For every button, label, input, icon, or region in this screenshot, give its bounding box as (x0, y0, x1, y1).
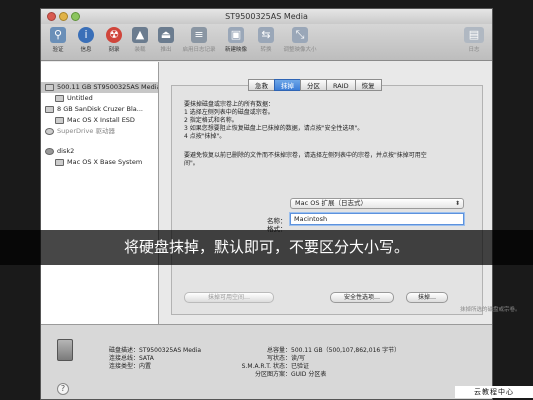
erase-step: 1 选择左侧列表中的磁盘或宗卷。 (184, 109, 274, 116)
erase-tooltip: 抹掉所选的磁盘或宗卷。 (460, 307, 521, 313)
subtitle-caption: 将硬盘抹掉，默认即可，不要区分大小写。 (123, 238, 409, 256)
burn-icon: ☢ (106, 27, 122, 43)
erase-button[interactable]: 抹掉… (406, 292, 448, 303)
volume-icon (55, 158, 64, 166)
microscope-icon: ⚲ (50, 27, 66, 43)
erase-intro: 要抹掉磁盘或宗卷上的所有数据： (184, 101, 275, 108)
resize-image-icon: ⤡ (292, 27, 308, 43)
usb-drive-icon (45, 105, 54, 113)
name-label: 名称： (267, 217, 287, 225)
window-title: ST9500325AS Media (225, 12, 308, 21)
volume-icon (55, 116, 64, 124)
verify-button[interactable]: ⚲ 验证 (43, 27, 73, 53)
erase-step: 3 如果您想要阻止恢复磁盘上已抹掉的数据，请点按"安全性选项"。 (184, 125, 364, 132)
new-image-button[interactable]: ▣ 新建映像 (219, 27, 253, 53)
disk-image-icon (45, 147, 54, 155)
tab-bar: 急救 抹掉 分区 RAID 恢复 (248, 79, 382, 91)
optical-drive-icon (45, 127, 54, 135)
help-icon[interactable]: ? (57, 383, 69, 395)
convert-button[interactable]: ⇆ 转换 (251, 27, 281, 53)
toolbar: ⚲ 验证 i 信息 ☢ 刻录 ▲ 装载 ⏏ 推出 ≡ 启用日志记录 ▣ 新建映像… (41, 24, 492, 61)
disk-description: 磁盘描述：ST9500325AS Media (109, 347, 202, 354)
tab-raid[interactable]: RAID (326, 79, 356, 91)
mount-icon: ▲ (132, 27, 148, 43)
tab-erase[interactable]: 抹掉 (274, 79, 301, 91)
sidebar-item-disk0[interactable]: 500.11 GB ST9500325AS Media (41, 82, 158, 93)
connection-bus: 连接总线：SATA (109, 355, 154, 362)
erase-free-space-button[interactable]: 抹掉可用空间… (184, 292, 274, 303)
new-image-icon: ▣ (228, 27, 244, 43)
name-input[interactable]: Macintosh (290, 213, 464, 225)
tab-restore[interactable]: 恢复 (354, 79, 382, 91)
erase-step: 4 点按"抹掉"。 (184, 133, 226, 140)
erase-note: 间"。 (184, 160, 199, 167)
info-button[interactable]: i 信息 (71, 27, 101, 53)
convert-icon: ⇆ (258, 27, 274, 43)
main-panel: 要抹掉磁盘或宗卷上的所有数据： 1 选择左侧列表中的磁盘或宗卷。 2 指定格式和… (159, 62, 492, 324)
hard-disk-icon (57, 339, 73, 361)
device-sidebar: 500.11 GB ST9500325AS Media Untitled 8 G… (41, 62, 159, 324)
eject-button[interactable]: ⏏ 推出 (151, 27, 181, 53)
tab-partition[interactable]: 分区 (300, 79, 327, 91)
erase-note: 要避免恢复以前已删除的文件而不抹掉宗卷，请选择左侧列表中的宗卷，并点按"抹掉可用… (184, 152, 427, 159)
security-options-button[interactable]: 安全性选项… (330, 292, 394, 303)
sidebar-item-disk2[interactable]: disk2 (41, 146, 158, 157)
tab-first-aid[interactable]: 急救 (248, 79, 275, 91)
disk-utility-window: ST9500325AS Media ⚲ 验证 i 信息 ☢ 刻录 ▲ 装载 ⏏ … (40, 8, 493, 400)
sidebar-item-untitled[interactable]: Untitled (41, 93, 158, 104)
journal-icon: ≡ (191, 27, 207, 43)
minimize-button[interactable] (59, 12, 68, 21)
write-status: 写状态：读/写 (266, 355, 306, 362)
sidebar-item-superdrive[interactable]: SuperDrive 驱动器 (41, 126, 158, 137)
erase-step: 2 指定格式和名称。 (184, 117, 238, 124)
eject-icon: ⏏ (158, 27, 174, 43)
enable-journaling-button[interactable]: ≡ 启用日志记录 (181, 27, 217, 53)
connection-type: 连接类型：内置 (109, 363, 152, 370)
partition-map: 分区图方案：GUID 分区表 (254, 371, 327, 378)
total-capacity: 总容量：500.11 GB（500,107,862,016 字节） (266, 347, 401, 354)
resize-image-button[interactable]: ⤡ 调整映像大小 (281, 27, 319, 53)
zoom-button[interactable] (71, 12, 80, 21)
format-select[interactable]: Mac OS 扩展（日志式） ⬍ (290, 198, 464, 209)
chevron-updown-icon: ⬍ (454, 200, 460, 207)
watermark: 云教程中心 (455, 386, 533, 398)
sidebar-item-base-system[interactable]: Mac OS X Base System (41, 157, 158, 168)
smart-status: S.M.A.R.T. 状态：已验证 (241, 363, 310, 370)
volume-icon (55, 94, 64, 102)
log-icon: ▤ (464, 27, 484, 43)
sidebar-item-sandisk[interactable]: 8 GB SanDisk Cruzer Bla... (41, 104, 158, 115)
title-bar: ST9500325AS Media (41, 9, 492, 24)
hard-disk-icon (45, 83, 54, 91)
erase-panel: 要抹掉磁盘或宗卷上的所有数据： 1 选择左侧列表中的磁盘或宗卷。 2 指定格式和… (171, 85, 483, 315)
log-button[interactable]: ▤ 日志 (459, 27, 489, 53)
close-button[interactable] (47, 12, 56, 21)
disk-info-bar: ? 磁盘描述：ST9500325AS Media 连接总线：SATA 连接类型：… (41, 324, 492, 399)
info-icon: i (78, 27, 94, 43)
sidebar-item-install-esd[interactable]: Mac OS X Install ESD (41, 115, 158, 126)
